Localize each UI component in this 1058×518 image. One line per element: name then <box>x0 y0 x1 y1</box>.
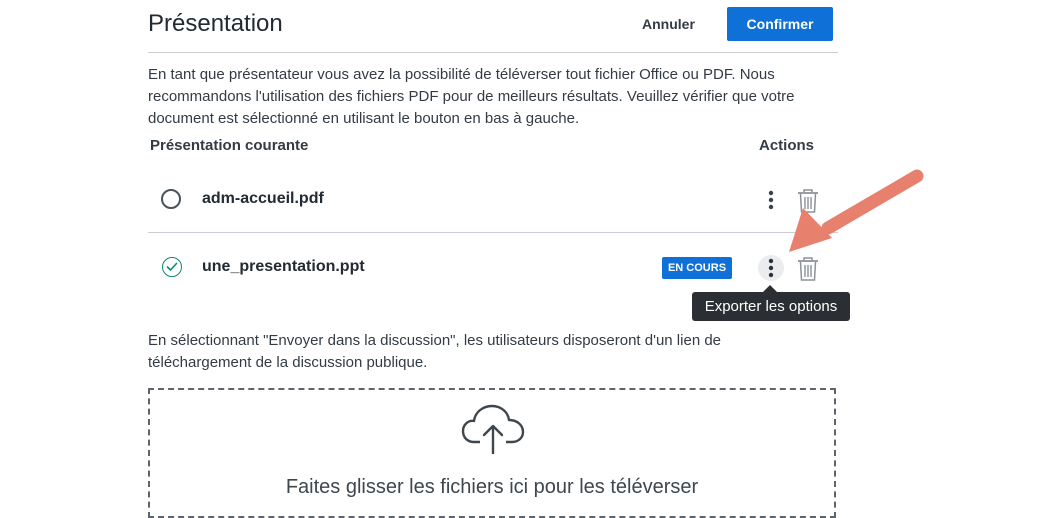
dropzone-text: Faites glisser les fichiers ici pour les… <box>285 476 699 498</box>
chat-note-text: En sélectionnant "Envoyer dans la discus… <box>148 332 722 371</box>
select-radio[interactable] <box>161 189 181 209</box>
cloud-upload-icon <box>461 404 525 454</box>
upload-dropzone[interactable]: Faites glisser les fichiers ici pour les… <box>148 388 836 518</box>
trash-icon <box>798 189 818 213</box>
export-options-button[interactable] <box>758 255 784 281</box>
file-name: une_presentation.ppt <box>202 258 365 275</box>
intro-text: En tant que présentateur vous avez la po… <box>148 66 795 127</box>
delete-button[interactable] <box>796 188 820 214</box>
delete-button[interactable] <box>796 256 820 282</box>
modal-header: Présentation Annuler Confirmer <box>148 0 838 53</box>
current-badge: EN COURS <box>662 257 732 279</box>
kebab-icon <box>768 258 774 278</box>
file-row: adm-accueil.pdf <box>148 168 838 233</box>
tooltip-pointer <box>763 285 777 292</box>
confirm-button[interactable]: Confirmer <box>727 7 833 41</box>
select-radio[interactable] <box>162 257 182 277</box>
current-presentation-header: Présentation courante <box>150 137 309 154</box>
file-row: une_presentation.ppt EN COURS <box>148 235 838 297</box>
check-icon <box>166 262 178 271</box>
presentation-modal: Présentation Annuler Confirmer En tant q… <box>148 0 838 518</box>
kebab-icon <box>768 190 774 210</box>
trash-icon <box>798 257 818 281</box>
modal-title: Présentation <box>148 10 283 37</box>
more-options-button[interactable] <box>759 187 783 213</box>
export-options-tooltip: Exporter les options <box>692 292 850 321</box>
actions-header: Actions <box>759 137 815 154</box>
file-name: adm-accueil.pdf <box>202 190 324 207</box>
cancel-button[interactable]: Annuler <box>642 16 695 32</box>
